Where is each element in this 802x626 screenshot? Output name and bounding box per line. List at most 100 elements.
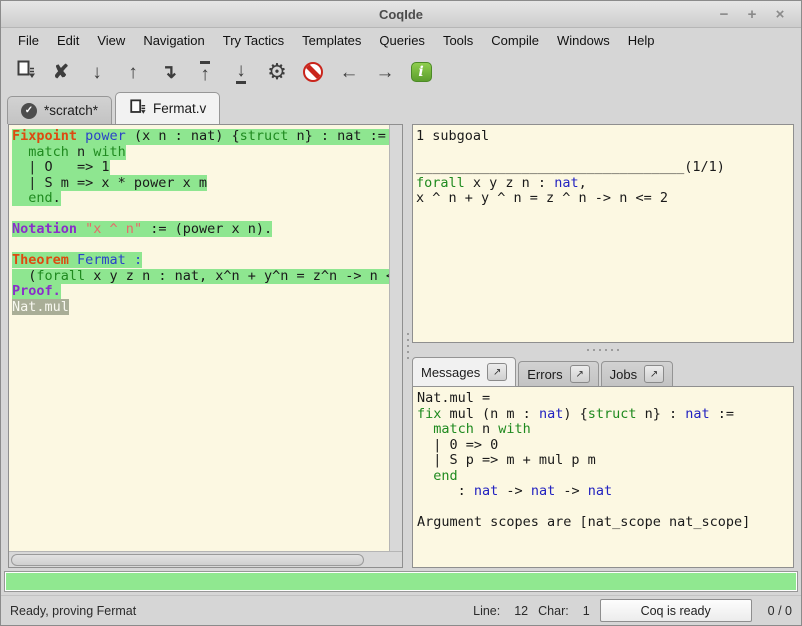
menu-templates[interactable]: Templates (293, 30, 370, 51)
splitter-dot (587, 349, 589, 351)
forward-one-command-button[interactable]: ↓ (81, 56, 113, 88)
splitter-dot (617, 349, 619, 351)
goal-view[interactable]: 1 subgoal ______________________________… (412, 124, 794, 343)
splitter-dot (407, 333, 409, 335)
curved-arrow-icon: ↴ (161, 63, 177, 82)
menu-view[interactable]: View (88, 30, 134, 51)
backward-one-command-button[interactable]: ↑ (117, 56, 149, 88)
arrow-up-to-bar-icon: ↑ (200, 61, 210, 84)
menu-help[interactable]: Help (619, 30, 664, 51)
menu-compile[interactable]: Compile (482, 30, 548, 51)
message-tabbar: Messages ↗ Errors ↗ Jobs ↗ (412, 356, 794, 386)
char-value: 1 (583, 604, 590, 618)
file-tabbar: ✓ *scratch* Fermat.v (1, 92, 801, 124)
detach-arrow-icon: ↗ (650, 369, 658, 380)
messages-section: Messages ↗ Errors ↗ Jobs ↗ Nat.mul =fix … (412, 356, 794, 568)
splitter-dot (407, 345, 409, 347)
document-arrow-icon (16, 60, 35, 84)
status-right: Line: 12 Char: 1 Coq is ready 0 / 0 (473, 599, 792, 622)
editor-horizontal-scrollbar[interactable] (9, 552, 389, 567)
editor-vertical-scrollbar[interactable] (389, 125, 402, 551)
coqide-window: CoqIde − + × File Edit View Navigation T… (0, 0, 802, 626)
editor-hscroll-row (9, 551, 402, 567)
gear-icon: ⚙ (267, 61, 287, 83)
status-message: Ready, proving Fermat (10, 604, 136, 618)
tab-messages-label: Messages (421, 365, 480, 380)
fully-check-button[interactable]: ⚙ (261, 56, 293, 88)
titlebar[interactable]: CoqIde − + × (1, 1, 801, 28)
menu-edit[interactable]: Edit (48, 30, 88, 51)
tab-errors-label: Errors (527, 367, 562, 382)
splitter-dot (599, 349, 601, 351)
progress-bar (4, 571, 798, 592)
window-title: CoqIde (1, 7, 801, 22)
no-entry-icon (303, 62, 323, 82)
menu-try-tactics[interactable]: Try Tactics (214, 30, 293, 51)
previous-occurrence-button[interactable]: ← (333, 56, 365, 88)
vertical-splitter[interactable] (403, 124, 412, 568)
menu-tools[interactable]: Tools (434, 30, 482, 51)
interrupt-button[interactable] (297, 56, 329, 88)
progress-wrap (1, 568, 801, 595)
document-arrow-icon (129, 99, 146, 119)
job-counter: 0 / 0 (768, 604, 792, 618)
window-controls: − + × (713, 4, 801, 24)
arrow-left-icon: ← (340, 63, 359, 82)
arrow-down-icon: ↓ (92, 63, 102, 82)
toolbar: ✘ ↓ ↑ ↴ ↑ ↓ ⚙ ← → i (1, 52, 801, 92)
next-occurrence-button[interactable]: → (369, 56, 401, 88)
close-file-button[interactable]: ✘ (45, 56, 77, 88)
info-bubble-icon: i (411, 62, 432, 82)
hscroll-thumb[interactable] (11, 554, 364, 566)
detach-arrow-icon: ↗ (493, 367, 501, 378)
tab-scratch-label: *scratch* (44, 103, 98, 118)
menu-queries[interactable]: Queries (370, 30, 434, 51)
go-to-end-button[interactable]: ↓ (225, 56, 257, 88)
tab-jobs-label: Jobs (610, 367, 637, 382)
save-file-button[interactable] (9, 56, 41, 88)
tab-messages[interactable]: Messages ↗ (412, 357, 516, 387)
menubar: File Edit View Navigation Try Tactics Te… (1, 28, 801, 52)
menu-file[interactable]: File (9, 30, 48, 51)
statusbar: Ready, proving Fermat Line: 12 Char: 1 C… (1, 595, 801, 625)
tab-jobs[interactable]: Jobs ↗ (601, 361, 673, 387)
tab-errors[interactable]: Errors ↗ (518, 361, 598, 387)
tab-scratch[interactable]: ✓ *scratch* (7, 96, 112, 124)
arrow-up-icon: ↑ (128, 63, 138, 82)
detach-arrow-icon: ↗ (575, 369, 583, 380)
check-circle-icon: ✓ (21, 103, 37, 119)
tab-fermat[interactable]: Fermat.v (115, 92, 220, 124)
line-label: Line: (473, 604, 500, 618)
arrow-right-icon: → (376, 63, 395, 82)
right-pane: 1 subgoal ______________________________… (412, 124, 794, 568)
menu-windows[interactable]: Windows (548, 30, 619, 51)
main-area: Fixpoint power (x n : nat) {struct n} : … (1, 124, 801, 568)
splitter-dot (407, 351, 409, 353)
tab-fermat-label: Fermat.v (153, 101, 206, 116)
go-to-cursor-button[interactable]: ↴ (153, 56, 185, 88)
message-view[interactable]: Nat.mul =fix mul (n m : nat) {struct n} … (412, 386, 794, 568)
detach-errors-button[interactable]: ↗ (570, 365, 590, 383)
coq-state-indicator: Coq is ready (600, 599, 752, 622)
horizontal-splitter[interactable] (412, 343, 794, 356)
detach-jobs-button[interactable]: ↗ (644, 365, 664, 383)
detach-messages-button[interactable]: ↗ (487, 363, 507, 381)
script-pane: Fixpoint power (x n : nat) {struct n} : … (8, 124, 403, 568)
splitter-dot (605, 349, 607, 351)
splitter-dot (407, 339, 409, 341)
menu-navigation[interactable]: Navigation (134, 30, 213, 51)
close-x-icon: ✘ (53, 63, 69, 82)
editor-frame: Fixpoint power (x n : nat) {struct n} : … (8, 124, 403, 568)
about-button[interactable]: i (405, 56, 437, 88)
splitter-dot (593, 349, 595, 351)
arrow-down-to-bar-icon: ↓ (236, 61, 246, 84)
editor-text-area[interactable]: Fixpoint power (x n : nat) {struct n} : … (9, 125, 389, 551)
close-button[interactable]: × (769, 4, 791, 24)
splitter-dot (407, 357, 409, 359)
line-value: 12 (514, 604, 528, 618)
maximize-button[interactable]: + (741, 4, 763, 24)
restart-button[interactable]: ↑ (189, 56, 221, 88)
minimize-button[interactable]: − (713, 4, 735, 24)
splitter-dot (611, 349, 613, 351)
char-label: Char: (538, 604, 569, 618)
